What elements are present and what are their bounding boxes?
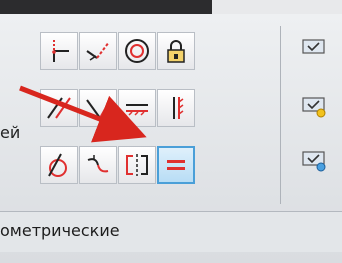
perpendicular-button[interactable] [79,89,117,127]
concentric-button[interactable] [118,32,156,70]
panel-separator [280,26,281,204]
equal-button[interactable] [157,146,195,184]
collinear-button[interactable] [79,32,117,70]
hide-all-constraints-button[interactable] [300,150,328,172]
constraint-grid [40,32,274,200]
vertical-button[interactable] [157,89,195,127]
top-dark-bar [0,0,212,14]
top-strip [0,0,342,14]
perpendicular-icon [86,99,111,119]
coincident-icon [52,40,69,62]
equal-icon [167,160,185,170]
tangent-icon [48,153,67,177]
show-all-constraints-icon [302,97,326,118]
coincident-button[interactable] [40,32,78,70]
fix-lock-icon [167,40,185,63]
smooth-button[interactable] [79,146,117,184]
concentric-icon [125,39,149,63]
show-constraints-button[interactable] [300,36,328,58]
hide-all-constraints-icon [302,151,326,172]
parallel-button[interactable] [40,89,78,127]
vertical-icon [173,97,184,119]
horizontal-button[interactable] [118,89,156,127]
show-constraints-icon [302,39,325,54]
side-label: ей [0,123,21,142]
collinear-icon [86,41,110,61]
show-all-constraints-button[interactable] [300,96,328,118]
horizontal-icon [126,104,148,116]
smooth-icon [87,155,109,173]
tangent-button[interactable] [40,146,78,184]
symmetric-icon [126,154,148,176]
fix-button[interactable] [157,32,195,70]
symmetric-button[interactable] [118,146,156,184]
parallel-icon [47,97,71,119]
panel-title: ометрические [0,221,120,240]
